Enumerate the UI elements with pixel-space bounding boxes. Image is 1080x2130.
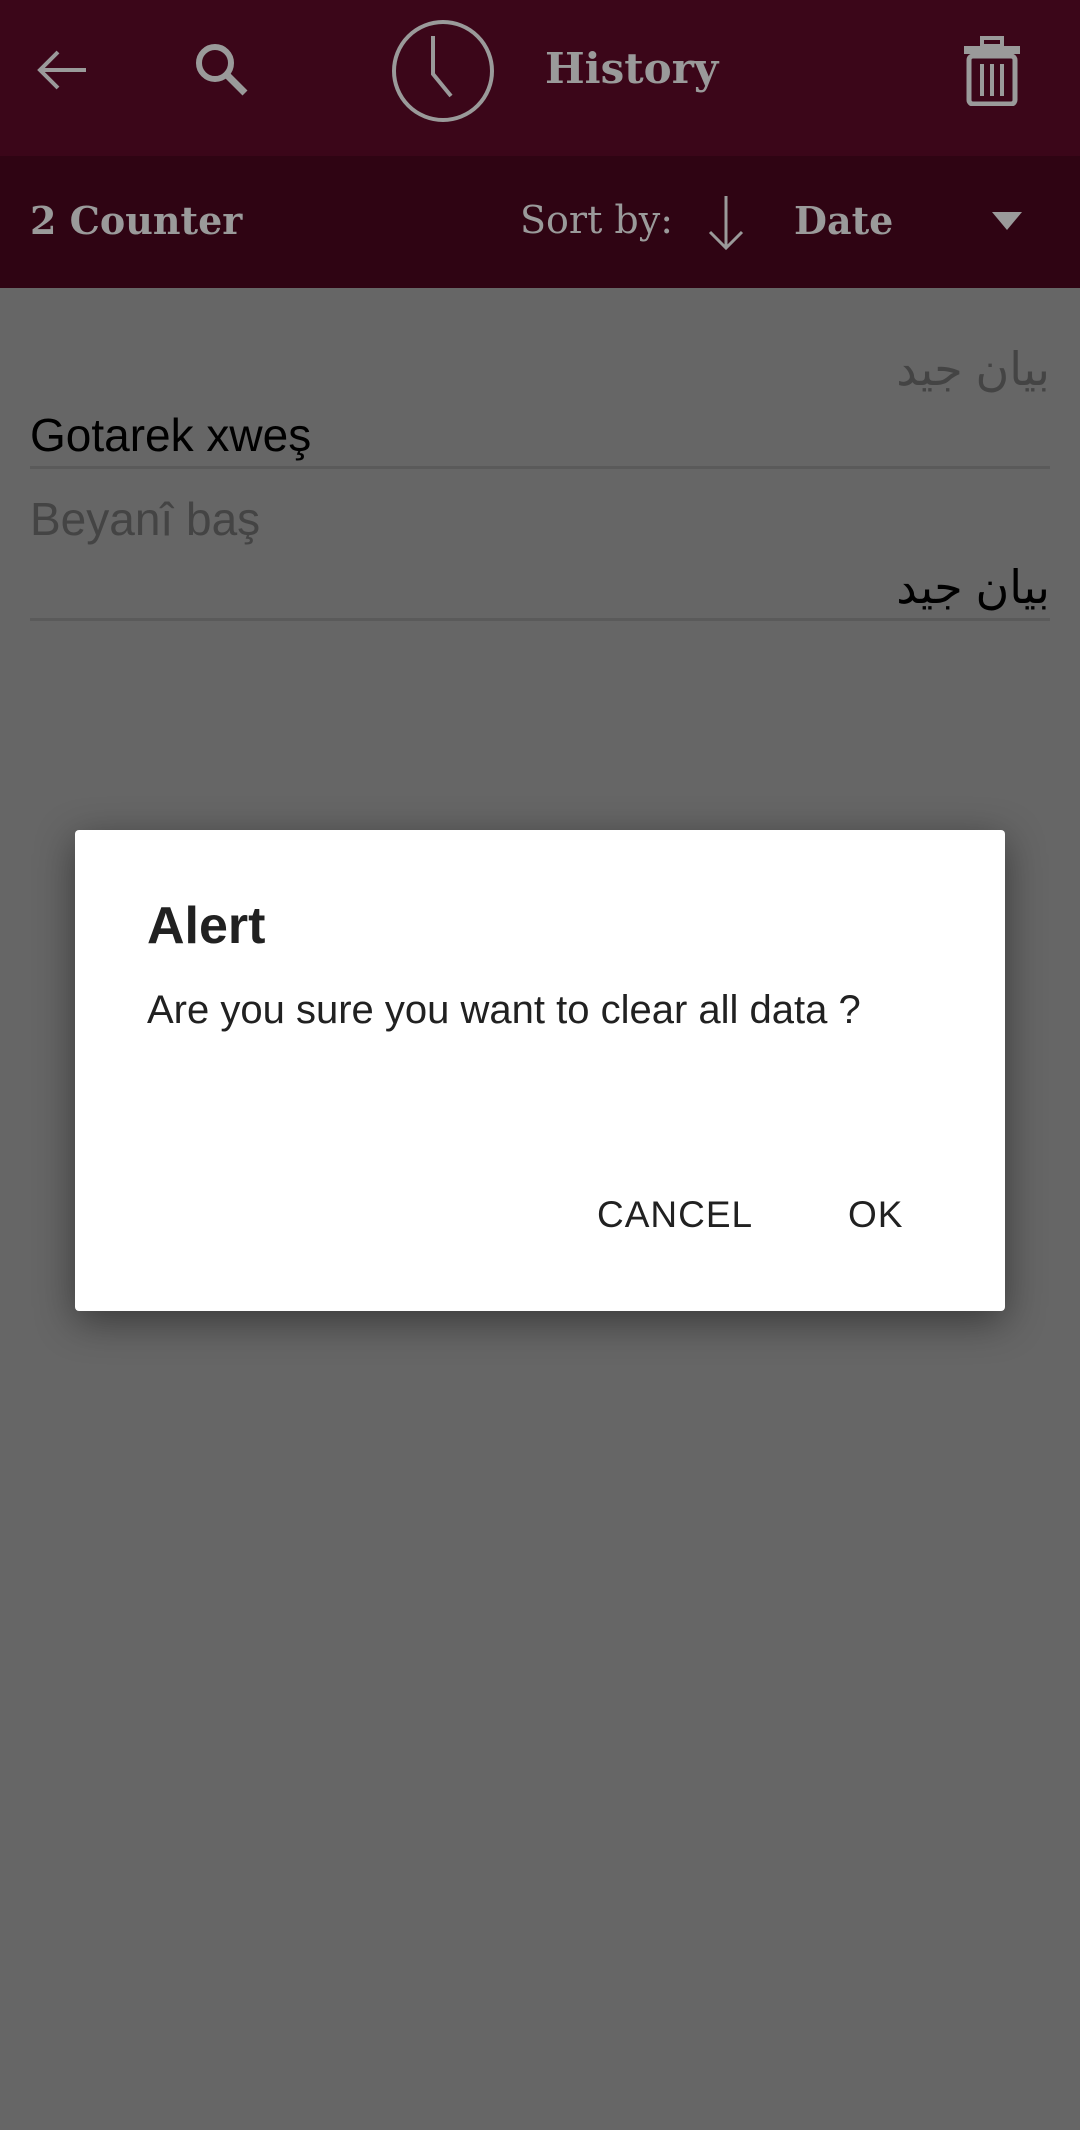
divider: [30, 466, 1050, 469]
dropdown-arrow-icon: [992, 212, 1022, 230]
toolbar: History: [0, 0, 1080, 156]
item-translation: Gotarek xweş: [30, 409, 312, 461]
sort-value: Date: [794, 198, 894, 243]
item-source: بيان جيد: [896, 343, 1050, 395]
sort-direction-arrow-icon[interactable]: [706, 194, 746, 252]
back-arrow-icon[interactable]: [34, 48, 90, 92]
clock-icon: [392, 20, 494, 122]
ok-button[interactable]: OK: [848, 1194, 903, 1236]
cancel-button[interactable]: CANCEL: [597, 1194, 753, 1236]
item-source: Beyanî baş: [30, 493, 261, 545]
search-icon[interactable]: [192, 40, 252, 100]
dialog-message: Are you sure you want to clear all data …: [147, 988, 861, 1032]
item-translation: بيان جيد: [896, 561, 1050, 613]
dialog-title: Alert: [147, 897, 266, 955]
page-title: History: [545, 44, 719, 93]
trash-icon[interactable]: [962, 36, 1022, 106]
sort-label: Sort by:: [520, 198, 674, 242]
divider: [30, 618, 1050, 621]
alert-dialog: Alert Are you sure you want to clear all…: [75, 830, 1005, 1311]
counter-label: 2 Counter: [30, 198, 243, 243]
sort-bar: 2 Counter Sort by: Date: [0, 156, 1080, 288]
